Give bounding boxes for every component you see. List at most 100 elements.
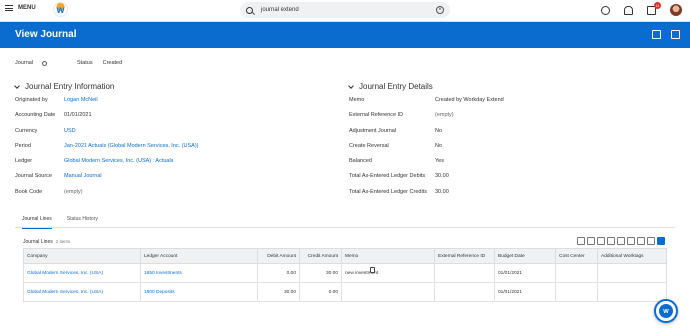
section-header[interactable]: Journal Entry Details (348, 82, 504, 91)
worktags-cell (597, 282, 667, 302)
filter-icon[interactable] (597, 237, 605, 245)
menu-button[interactable]: MENU (5, 5, 36, 11)
status-label: Status (77, 60, 93, 66)
field-value: No (435, 127, 443, 134)
field-label: Memo (349, 97, 365, 103)
credit-amount: 30.00 (299, 263, 342, 283)
field-value: (empty) (64, 188, 83, 195)
menu-label: MENU (18, 5, 36, 11)
column-header[interactable]: Company (23, 248, 141, 264)
table-toolbar (577, 237, 665, 245)
inbox-badge: 11 (654, 1, 661, 9)
field-label: Total As-Entered Ledger Credits (349, 188, 427, 195)
field-label: Balanced (349, 158, 372, 165)
page-header: View Journal (0, 22, 690, 48)
chart-icon[interactable] (617, 237, 625, 245)
inbox-icon[interactable]: 11 (647, 1, 661, 15)
field-value: 30.00 (435, 188, 449, 195)
cost-center-cell (555, 282, 598, 302)
workday-assistant-icon: w (659, 304, 673, 318)
ledger-link[interactable]: Global Modern Services, Inc. (USA) : Act… (64, 158, 173, 164)
column-header[interactable]: Credit Amount (299, 248, 342, 264)
fullscreen-icon[interactable] (637, 237, 645, 245)
hamburger-icon (5, 5, 13, 11)
column-header[interactable]: Memo (341, 248, 435, 264)
section-header[interactable]: Journal Entry Information (14, 82, 199, 91)
column-header[interactable]: Budget Date (494, 248, 556, 264)
debit-amount: 0.00 (257, 263, 300, 283)
company-link[interactable]: Global Modern Services, Inc. (USA) (23, 263, 141, 283)
memo-cell: new investment (341, 263, 435, 283)
field-label: Create Reversal (349, 142, 389, 149)
avatar[interactable] (670, 4, 682, 16)
column-header[interactable]: Additional Worktags (597, 248, 667, 264)
credit-amount: 0.00 (299, 282, 342, 302)
search-icon (246, 6, 253, 14)
chevron-down-icon (14, 82, 20, 89)
field-label: Total As-Entered Ledger Debits (349, 173, 426, 180)
workday-logo[interactable]: w (53, 2, 68, 17)
budget-date: 01/01/2021 (494, 282, 556, 302)
field-value: 01/01/2021 (64, 112, 92, 119)
company-link[interactable]: Global Modern Services, Inc. (USA) (23, 282, 141, 302)
journal-bar: Journal Status Created (15, 60, 122, 66)
field-label: Journal Source (15, 173, 52, 180)
field-label: Period (15, 142, 31, 149)
section-title: Journal Entry Details (359, 82, 433, 91)
field-value: (empty) (435, 112, 454, 119)
search-input[interactable]: journal extend (261, 7, 299, 13)
export-excel-icon[interactable] (577, 237, 585, 245)
column-header[interactable]: Cost Center (555, 248, 598, 264)
notifications-bell-icon[interactable] (624, 5, 633, 15)
field-label: External Reference ID (349, 112, 404, 119)
external-reference-cell (434, 263, 495, 283)
table-title: Journal Lines (23, 239, 53, 245)
columns-icon[interactable] (627, 237, 635, 245)
field-value: Yes (435, 158, 444, 165)
memo-cell (341, 282, 435, 302)
prompt-search-icon[interactable] (42, 60, 47, 66)
export-icon[interactable] (652, 30, 661, 39)
assistant-chat-button[interactable]: w (654, 299, 678, 323)
print-icon[interactable] (671, 30, 680, 39)
field-label: Originated by (15, 97, 48, 103)
divider (15, 227, 675, 228)
journal-source-link[interactable]: Manual Journal (64, 173, 102, 179)
field-label: Accounting Date (15, 112, 56, 119)
cost-center-cell (555, 263, 598, 283)
mouse-cursor-icon (370, 267, 375, 273)
column-header[interactable]: External Reference ID (434, 248, 495, 264)
currency-link[interactable]: USD (64, 128, 76, 134)
page-title: View Journal (15, 29, 77, 40)
table-row: Global Modern Services, Inc. (USA) 1800 … (23, 282, 667, 302)
external-reference-cell (434, 282, 495, 302)
field-label: Currency (15, 127, 38, 134)
field-value: No (435, 142, 443, 149)
clear-search-icon[interactable]: × (436, 6, 444, 14)
table-view-icon[interactable] (647, 237, 655, 245)
chevron-down-icon (348, 82, 354, 89)
originated-by-link[interactable]: Logan McNeil (64, 97, 98, 103)
grid-view-icon[interactable] (657, 237, 665, 245)
export-pdf-icon[interactable] (587, 237, 595, 245)
item-count: 2 items (55, 239, 71, 244)
field-value: 30.00 (435, 173, 449, 180)
search-bar[interactable]: journal extend × (240, 2, 450, 18)
journal-lines-title: Journal Lines 2 items (23, 239, 70, 245)
journal-label: Journal (15, 60, 34, 66)
table-row: Global Modern Services, Inc. (USA) 1850 … (23, 263, 667, 283)
period-link[interactable]: Jan-2021 Actuals (Global Modern Services… (64, 143, 199, 149)
top-bar: MENU w journal extend × 11 (0, 0, 690, 22)
field-value: Created by Workday Extend (435, 97, 504, 103)
section-title: Journal Entry Information (25, 82, 115, 91)
column-header[interactable]: Ledger Account (140, 248, 258, 264)
field-label: Adjustment Journal (349, 127, 397, 134)
budget-date: 01/01/2021 (494, 263, 556, 283)
sort-icon[interactable] (607, 237, 615, 245)
field-label: Ledger (15, 158, 33, 165)
ledger-account-link[interactable]: 1850 Investments (140, 263, 258, 283)
journal-entry-information: Journal Entry Information Originated by L… (14, 82, 199, 204)
column-header[interactable]: Debit Amount (257, 248, 300, 264)
chat-icon[interactable] (601, 5, 610, 15)
ledger-account-link[interactable]: 1800 Deposits (140, 282, 258, 302)
